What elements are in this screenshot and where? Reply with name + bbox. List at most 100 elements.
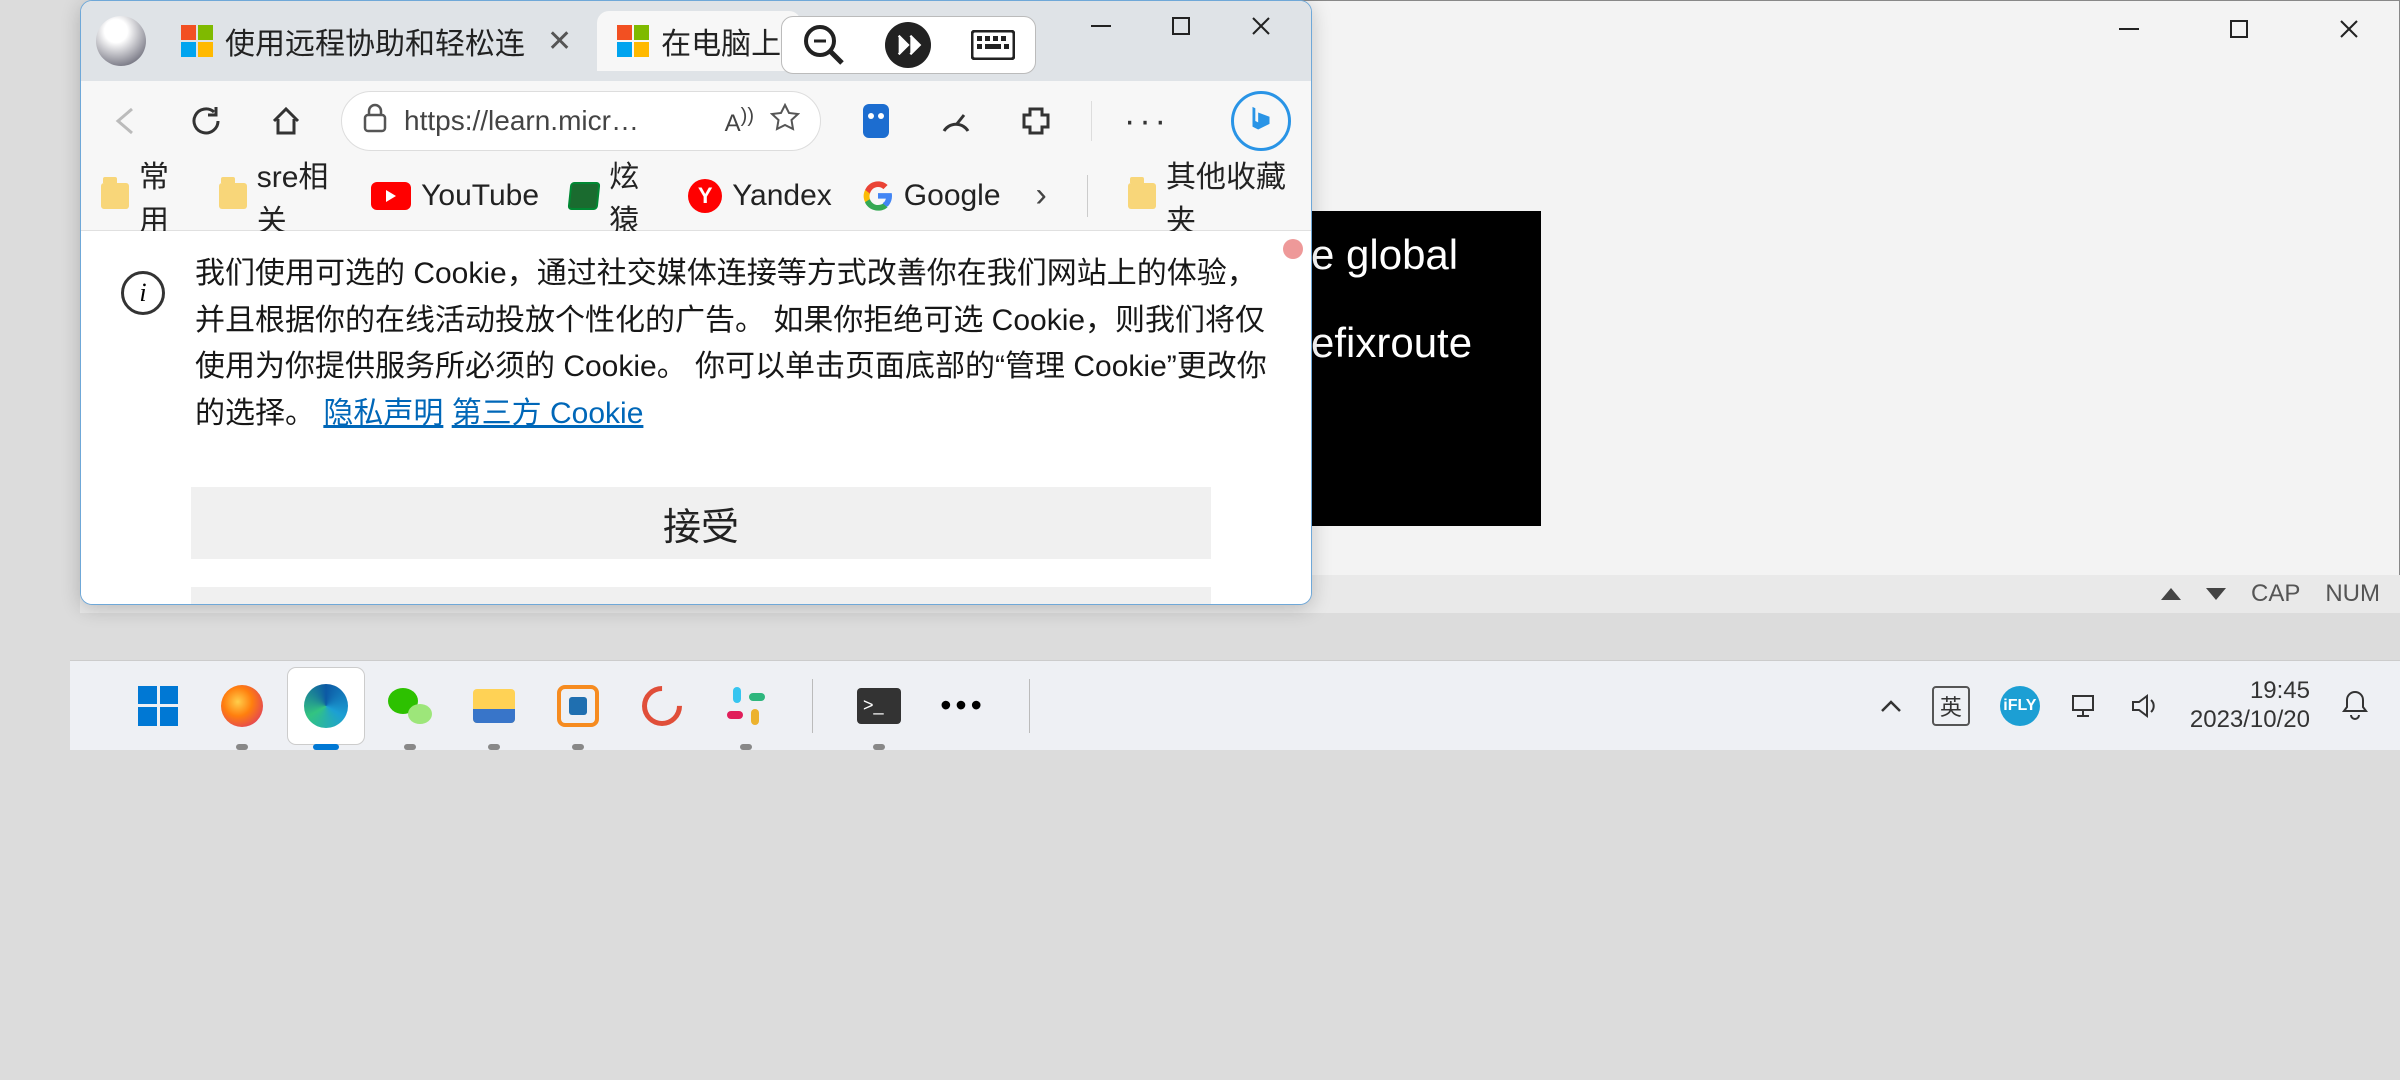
- profile-avatar[interactable]: [96, 16, 146, 66]
- volume-icon[interactable]: [2130, 693, 2160, 719]
- bg-close-button[interactable]: [2329, 9, 2369, 49]
- bookmark-google[interactable]: Google: [862, 179, 1001, 213]
- home-button[interactable]: [261, 96, 311, 146]
- notifications-icon[interactable]: [2340, 689, 2370, 723]
- folder-icon: [101, 183, 129, 209]
- windows-logo-icon: [138, 686, 178, 726]
- bookmark-xuanyuan[interactable]: 炫猿: [569, 152, 658, 240]
- back-button[interactable]: [101, 96, 151, 146]
- remote-session-icon[interactable]: [885, 22, 931, 68]
- privacy-link[interactable]: 隐私声明: [323, 397, 443, 430]
- taskbar-terminal[interactable]: >_: [841, 668, 917, 744]
- extension-penguin-icon[interactable]: [851, 96, 901, 146]
- favorite-star-icon[interactable]: [770, 103, 800, 140]
- folder-icon: [1128, 183, 1156, 209]
- vmware-icon: [557, 685, 599, 727]
- cookie-text: 我们使用可选的 Cookie，通过社交媒体连接等方式改善你在我们网站上的体验，并…: [195, 251, 1281, 437]
- chevron-right-icon[interactable]: ›: [1036, 176, 1047, 215]
- bookmark-label: 常用: [139, 152, 188, 240]
- performance-icon[interactable]: [931, 96, 981, 146]
- magnifier-icon[interactable]: [801, 22, 847, 68]
- ifly-icon[interactable]: iFLY: [2000, 686, 2040, 726]
- bg-minimize-button[interactable]: [2109, 9, 2149, 49]
- microsoft-favicon: [181, 25, 213, 57]
- reject-button[interactable]: 拒绝: [191, 587, 1211, 604]
- info-icon: i: [121, 271, 165, 315]
- bookmark-other-folder[interactable]: 其他收藏夹: [1128, 152, 1291, 240]
- close-tab-icon[interactable]: ✕: [547, 24, 572, 59]
- onscreen-keyboard-icon[interactable]: [970, 22, 1016, 68]
- bookmark-label: YouTube: [421, 179, 539, 213]
- date-text: 2023/10/20: [2190, 706, 2310, 735]
- read-aloud-icon[interactable]: A)): [725, 105, 754, 138]
- terminal-line: e global: [1311, 231, 1541, 279]
- edge-icon: [304, 684, 348, 728]
- bing-chat-button[interactable]: [1231, 91, 1291, 151]
- slack-icon: [727, 687, 765, 725]
- floating-toolbar[interactable]: [781, 16, 1036, 74]
- thirdparty-cookie-link[interactable]: 第三方 Cookie: [452, 397, 644, 430]
- microsoft-favicon: [617, 25, 649, 57]
- firefox-icon: [221, 685, 263, 727]
- bookmark-folder-sre[interactable]: sre相关: [219, 152, 342, 240]
- terminal-icon: >_: [857, 688, 901, 724]
- google-icon: [862, 180, 894, 212]
- taskbar-overflow[interactable]: •••: [925, 668, 1001, 744]
- bookmark-folder-common[interactable]: 常用: [101, 152, 189, 240]
- taskbar-separator: [812, 679, 813, 733]
- lock-icon: [362, 103, 388, 140]
- close-button[interactable]: [1221, 1, 1301, 51]
- accept-button[interactable]: 接受: [191, 487, 1211, 559]
- wechat-icon: [388, 684, 432, 728]
- bookmark-youtube[interactable]: YouTube: [371, 179, 539, 213]
- time-text: 19:45: [2190, 677, 2310, 706]
- taskbar-apps: >_ •••: [120, 668, 1050, 744]
- xuanyuan-icon: [568, 182, 601, 210]
- clock[interactable]: 19:45 2023/10/20: [2190, 677, 2310, 735]
- background-window: e global efixroute: [1300, 0, 2400, 610]
- taskbar-firefox[interactable]: [204, 668, 280, 744]
- refresh-button[interactable]: [181, 96, 231, 146]
- minimize-button[interactable]: [1061, 1, 1141, 51]
- tab-title: 使用远程协助和轻松连: [225, 19, 525, 63]
- taskbar-edge[interactable]: [288, 668, 364, 744]
- bg-titlebar: [1301, 1, 2399, 56]
- ime-indicator[interactable]: 英: [1932, 686, 1970, 726]
- tab-active[interactable]: 在电脑上: [597, 11, 801, 71]
- yandex-icon: Y: [688, 179, 722, 213]
- extensions-icon[interactable]: [1011, 96, 1061, 146]
- edge-browser-window: 使用远程协助和轻松连 ✕ 在电脑上: [80, 0, 1312, 605]
- divider: [1087, 175, 1088, 217]
- bookmark-label: Google: [904, 179, 1001, 213]
- page-content: i 我们使用可选的 Cookie，通过社交媒体连接等方式改善你在我们网站上的体验…: [81, 231, 1311, 604]
- taskbar-wechat[interactable]: [372, 668, 448, 744]
- file-explorer-icon: [473, 689, 515, 723]
- start-button[interactable]: [120, 668, 196, 744]
- windows-taskbar: >_ ••• 英 iFLY 19:45 2023/10/20: [70, 660, 2400, 750]
- taskbar-spiral-app[interactable]: [624, 668, 700, 744]
- scroll-indicator[interactable]: [1283, 239, 1303, 259]
- network-icon[interactable]: [2070, 693, 2100, 719]
- maximize-button[interactable]: [1141, 1, 1221, 51]
- taskbar-vmware[interactable]: [540, 668, 616, 744]
- bookmark-yandex[interactable]: YYandex: [688, 179, 832, 213]
- taskbar-slack[interactable]: [708, 668, 784, 744]
- tab-title: 在电脑上: [661, 19, 781, 63]
- youtube-icon: [371, 182, 411, 210]
- terminal-area: e global efixroute: [1301, 211, 1541, 526]
- status-num: NUM: [2325, 580, 2380, 608]
- bookmark-label: 其他收藏夹: [1166, 152, 1291, 240]
- arrow-up-icon[interactable]: [2161, 588, 2181, 600]
- bookmark-label: 炫猿: [609, 152, 658, 240]
- bookmark-label: sre相关: [257, 152, 341, 240]
- terminal-line: efixroute: [1311, 319, 1541, 367]
- dots-icon: •••: [940, 687, 986, 724]
- taskbar-file-explorer[interactable]: [456, 668, 532, 744]
- more-menu-icon[interactable]: ···: [1122, 96, 1172, 146]
- address-bar[interactable]: https://learn.micr… A)): [341, 91, 821, 151]
- arrow-down-icon[interactable]: [2206, 588, 2226, 600]
- browser-toolbar: https://learn.micr… A)) ···: [81, 81, 1311, 161]
- tray-chevron-up-icon[interactable]: [1880, 699, 1902, 713]
- tab-inactive[interactable]: 使用远程协助和轻松连 ✕: [161, 11, 592, 71]
- bg-maximize-button[interactable]: [2219, 9, 2259, 49]
